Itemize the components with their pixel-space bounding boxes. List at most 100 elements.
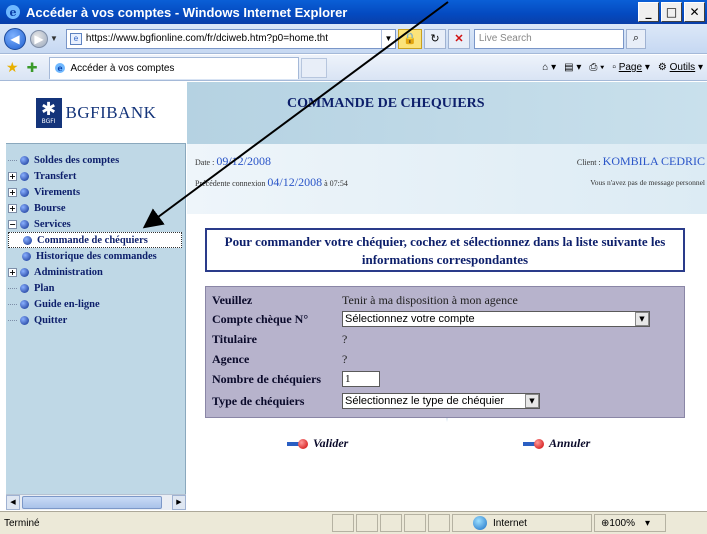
address-bar-row: ◀ ▶ ▼ e https://www.bgfionline.com/fr/dc… xyxy=(0,24,707,54)
chevron-down-icon[interactable]: ▼ xyxy=(525,394,539,408)
back-button[interactable]: ◀ xyxy=(4,27,26,50)
date-line: Date : 09/12/2008 xyxy=(195,154,271,168)
menu-bullet-icon xyxy=(22,251,31,261)
refresh-button[interactable]: ↻ xyxy=(423,28,446,49)
menu-bullet-icon xyxy=(20,315,29,325)
collapse-icon[interactable]: − xyxy=(8,219,17,229)
expand-icon[interactable]: + xyxy=(8,171,17,181)
logo-mark-icon: ✱ BGFI xyxy=(35,97,62,128)
veuillez-value: Tenir à ma disposition à mon agence xyxy=(342,292,518,307)
menu-item-services[interactable]: − Services xyxy=(8,216,184,232)
menu-bullet-icon xyxy=(20,155,29,165)
address-field[interactable]: e https://www.bgfionline.com/fr/dciweb.h… xyxy=(65,28,396,49)
print-icon[interactable]: ⎙ ▾ xyxy=(589,62,604,73)
menu-item-plan[interactable]: Plan xyxy=(8,280,184,296)
stop-icon: ✕ xyxy=(454,33,464,45)
scroll-thumb[interactable] xyxy=(22,496,162,509)
page-icon: e xyxy=(69,32,82,45)
expand-icon[interactable]: + xyxy=(8,203,17,213)
favorites-star-icon[interactable]: ★ xyxy=(6,59,19,76)
page-banner: COMMANDE DE CHEQUIERS xyxy=(187,82,707,144)
tools-menu[interactable]: ⚙ Outils ▾ xyxy=(658,62,703,73)
red-button-icon xyxy=(523,438,545,449)
stop-button[interactable]: ✕ xyxy=(447,28,470,49)
menu-bullet-icon xyxy=(20,187,29,197)
bank-logo[interactable]: ✱ BGFI BGFIBANK xyxy=(6,82,186,144)
chevron-down-icon[interactable]: ▼ xyxy=(635,312,649,326)
sidebar-horizontal-scrollbar[interactable]: ◀ ▶ xyxy=(6,494,186,510)
cancel-button[interactable]: Annuler xyxy=(523,436,590,451)
client-line: Client : KOMBILA CEDRIC xyxy=(576,154,705,168)
logo-text: BGFIBANK xyxy=(65,102,157,122)
menu-item-bourse[interactable]: + Bourse xyxy=(8,200,184,216)
last-connection-date: 04/12/2008 xyxy=(267,175,323,189)
date-value: 09/12/2008 xyxy=(216,154,271,168)
tab-current[interactable]: e Accéder à vos comptes xyxy=(49,56,300,79)
form-row-type: Type de chéquiers Sélectionnez le type d… xyxy=(212,393,682,409)
last-connection-line: Précédente connexion 04/12/2008 à 07:54 xyxy=(195,175,348,189)
menu-bullet-icon xyxy=(23,235,32,245)
menu-item-administration[interactable]: + Administration xyxy=(8,264,184,280)
tab-row: ★ ✚ e Accéder à vos comptes ⌂ ▾ ▤ ▾ ⎙ ▾ … xyxy=(0,55,707,81)
no-message-text: Vous n'avez pas de message personnel xyxy=(590,178,705,187)
home-icon[interactable]: ⌂ ▾ xyxy=(542,62,556,73)
order-form: Veuillez Tenir à ma disposition à mon ag… xyxy=(205,286,685,418)
refresh-icon: ↻ xyxy=(430,33,440,45)
zoom-icon: ⊕ xyxy=(601,517,610,529)
globe-icon xyxy=(473,516,487,530)
scroll-left-icon[interactable]: ◀ xyxy=(6,495,20,510)
quantity-input[interactable]: 1 xyxy=(342,371,380,387)
forward-button[interactable]: ▶ xyxy=(30,29,48,48)
form-row-titulaire: Titulaire ? xyxy=(212,331,348,346)
menu-item-historique-commandes[interactable]: Historique des commandes xyxy=(8,248,184,264)
validate-button[interactable]: Valider xyxy=(287,436,348,451)
command-bar: ⌂ ▾ ▤ ▾ ⎙ ▾ ▫ Page ▾ ⚙ Outils ▾ xyxy=(534,62,703,73)
zoom-control[interactable]: ⊕ 100% ▾ xyxy=(594,514,666,532)
menu-item-quitter[interactable]: Quitter xyxy=(8,312,184,328)
scroll-right-icon[interactable]: ▶ xyxy=(172,495,186,510)
search-button[interactable]: ⌕ xyxy=(625,28,646,49)
new-tab-button[interactable] xyxy=(301,57,328,78)
status-text: Terminé xyxy=(4,517,40,529)
feeds-icon[interactable]: ▤ ▾ xyxy=(564,62,581,73)
back-arrow-icon: ◀ xyxy=(10,31,20,46)
sidebar: ✱ BGFI BGFIBANK Soldes des comptes + Trans… xyxy=(6,82,186,510)
security-zone[interactable]: Internet xyxy=(452,514,592,532)
minimize-button[interactable]: _ xyxy=(638,2,659,22)
lock-icon[interactable]: 🔒 xyxy=(397,28,422,49)
close-button[interactable]: ✕ xyxy=(684,2,705,22)
menu-item-virements[interactable]: + Virements xyxy=(8,184,184,200)
instructions-box: Pour commander votre chéquier, cochez et… xyxy=(205,228,685,272)
search-input[interactable]: Live Search xyxy=(473,28,624,49)
maximize-button[interactable]: □ xyxy=(661,2,682,22)
history-dropdown-icon[interactable]: ▼ xyxy=(50,34,58,43)
form-row-nombre: Nombre de chéquiers 1 xyxy=(212,371,682,387)
menu-bullet-icon xyxy=(20,171,29,181)
menu-bullet-icon xyxy=(20,203,29,213)
menu-bullet-icon xyxy=(20,267,29,277)
zoom-dropdown-icon[interactable]: ▾ xyxy=(645,518,650,529)
account-select[interactable]: Sélectionnez votre compte ▼ xyxy=(342,311,650,327)
url-text[interactable]: https://www.bgfionline.com/fr/dciweb.htm… xyxy=(86,33,381,44)
menu-item-soldes[interactable]: Soldes des comptes xyxy=(8,152,184,168)
tab-ie-icon: e xyxy=(55,63,66,73)
menu-item-guide[interactable]: Guide en-ligne xyxy=(8,296,184,312)
svg-text:e: e xyxy=(58,63,63,73)
window-title: Accéder à vos comptes - Windows Internet… xyxy=(26,4,348,20)
checkbook-type-select[interactable]: Sélectionnez le type de chéquier ▼ xyxy=(342,393,540,409)
address-dropdown-icon[interactable]: ▼ xyxy=(380,29,395,48)
client-name: KOMBILA CEDRIC xyxy=(602,154,705,168)
menu-item-transfert[interactable]: + Transfert xyxy=(8,168,184,184)
title-bar: e Accéder à vos comptes - Windows Intern… xyxy=(0,0,707,24)
expand-icon[interactable]: + xyxy=(8,187,17,197)
ie-logo-icon: e xyxy=(6,5,20,19)
main-content: COMMANDE DE CHEQUIERS Date : 09/12/2008 … xyxy=(187,82,707,510)
search-icon: ⌕ xyxy=(632,32,639,44)
form-row-agence: Agence ? xyxy=(212,351,348,366)
menu-bullet-icon xyxy=(20,283,29,293)
page-menu[interactable]: ▫ Page ▾ xyxy=(612,62,650,73)
add-favorites-icon[interactable]: ✚ xyxy=(27,60,38,76)
menu-item-commande-chequiers[interactable]: Commande de chéquiers xyxy=(8,232,182,248)
tab-label: Accéder à vos comptes xyxy=(70,62,175,74)
expand-icon[interactable]: + xyxy=(8,267,17,277)
